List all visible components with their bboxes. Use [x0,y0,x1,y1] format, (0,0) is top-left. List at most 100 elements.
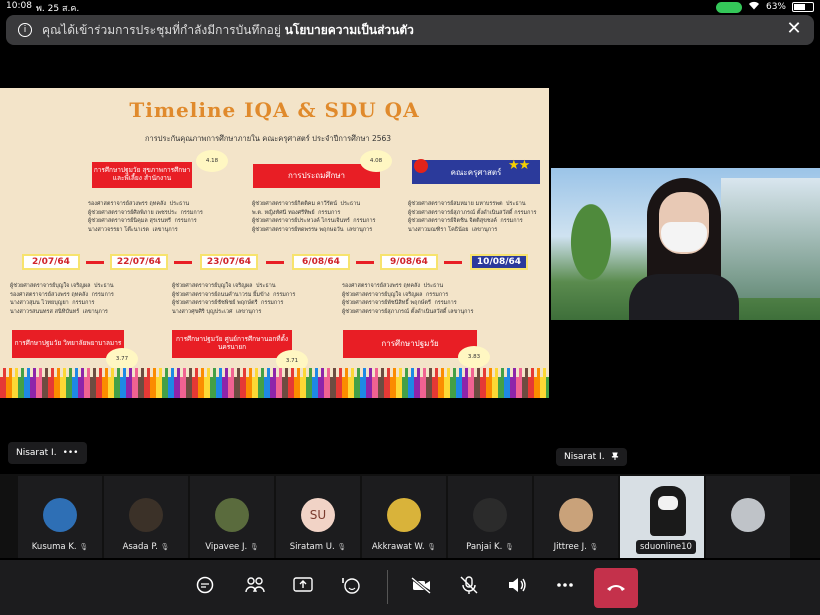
presenter-name: Nisarat I. [16,448,57,458]
slide-box-bottom-3: การศึกษาปฐมวัย [343,330,477,358]
slide-box-top-2: การประถมศึกษา [253,164,380,188]
mic-muted-icon: 🎙 [505,543,514,551]
slide-score-bottom-1: 3.77 [108,350,136,368]
battery-percent: 63% [765,2,786,12]
slide-date-5: 9/08/64 [380,254,438,270]
participant-name: Jittree J. [553,542,587,552]
slide-names-bottom-3: รองศาสตราจารย์สวงพรร ฤทคลัง ประธาน ผู้ช่… [342,283,474,315]
participant-tile[interactable] [706,476,790,558]
slide-box-top-1: การศึกษาปฐมวัย สุขภาพการศึกษาและพี่เลี้ย… [92,162,192,188]
participant-tile[interactable]: SU Siratam U. 🎙 [276,476,360,558]
participant-tile[interactable]: Akkrawat W. 🎙 [362,476,446,558]
slide-date-6: 10/08/64 [470,254,528,270]
slide-dash [266,261,284,264]
hangup-icon [607,585,625,591]
participant-tile[interactable]: Panjai K. 🎙 [448,476,532,558]
chat-icon[interactable] [192,575,218,599]
participant-tile[interactable]: Jittree J. 🎙 [534,476,618,558]
slide-date-4: 6/08/64 [292,254,350,270]
recording-banner: i คุณได้เข้าร่วมการประชุมที่กำลังมีการบั… [6,15,814,45]
mic-muted-icon: 🎙 [427,543,437,551]
slide-score-top-2: 4.08 [362,152,390,170]
status-time: 10:08 [6,1,32,11]
meeting-controls [0,560,820,615]
camera-off-icon[interactable] [408,575,434,599]
participant-name: Kusuma K. [31,542,77,552]
avatar: SU [301,498,335,532]
pin-icon[interactable] [611,452,619,463]
slide-names-bottom-2: ผู้ช่วยศาสตราจารย์บุญใจ เจริญผล ประธาน ผ… [172,283,296,315]
slide-dash [356,261,374,264]
slide-dash [86,261,104,264]
medal-icon [414,159,428,173]
avatar [129,498,163,532]
slide-title: Timeline IQA & SDU QA [129,98,420,122]
participant-name: Asada P. [122,542,158,552]
participant-tile-video[interactable]: sduonline10 [620,476,704,558]
banner-text: คุณได้เข้าร่วมการประชุมที่กำลังมีการบันท… [42,22,414,37]
mic-muted-icon: 🎙 [337,543,347,551]
shared-slide: Timeline IQA & SDU QA การประกันคุณภาพการ… [0,88,549,398]
video-name-tag: Nisarat I. [556,448,627,466]
avatar [387,498,421,532]
participant-tile[interactable]: Asada P. 🎙 [104,476,188,558]
video-person [629,178,739,320]
slide-box-bottom-2: การศึกษาปฐมวัย ศูนย์การศึกษานอกที่ตั้ง น… [172,330,292,358]
participant-name: Siratam U. [289,542,335,552]
slide-subtitle: การประกันคุณภาพการศึกษาภายใน คณะครุศาสตร… [145,134,392,143]
participant-name: Panjai K. [466,542,503,552]
speaker-icon[interactable] [504,575,530,599]
pencil-border [0,368,549,398]
avatar [215,498,249,532]
avatar [473,498,507,532]
video-background-tree [556,198,626,308]
slide-names-top-1: รองศาสตราจารย์สวงพรร ฤทคลัง ประธาน ผู้ช่… [88,201,203,233]
slide-names-bottom-1: ผู้ช่วยศาสตราจารย์บุญใจ เจริญผล ประธาน ร… [10,283,114,315]
participant-video[interactable] [551,168,820,320]
status-date: พ. 25 ส.ค. [36,4,80,14]
close-banner-button[interactable]: ✕ [784,20,804,40]
mic-muted-icon: 🎙 [249,543,259,551]
hangup-button[interactable] [594,568,638,608]
avatar [731,498,765,532]
presenter-name-tag: Nisarat I. ••• [8,442,87,464]
share-icon[interactable] [290,575,316,599]
status-right: 63% [715,1,814,13]
camera-in-use-icon [715,1,742,13]
slide-date-3: 23/07/64 [200,254,258,270]
slide-dash [444,261,462,264]
wifi-icon [748,1,760,13]
battery-icon [792,2,814,12]
slide-date-1: 2/07/64 [22,254,80,270]
slide-names-top-2: ผู้ช่วยศาสตราจารย์กิตติคม คาวีรัตน์ ประธ… [252,201,376,233]
status-bar: 10:08 พ. 25 ส.ค. 63% [0,0,820,14]
mic-muted-icon: 🎙 [160,543,170,551]
participant-tile[interactable]: Vipavee J. 🎙 [190,476,274,558]
info-icon: i [18,23,32,37]
avatar [43,498,77,532]
more-options-icon[interactable]: ••• [63,448,79,458]
mic-muted-icon: 🎙 [589,543,599,551]
reactions-icon[interactable] [338,575,364,599]
avatar [559,498,593,532]
video-person [650,486,686,536]
people-icon[interactable] [242,575,268,599]
slide-dash [174,261,192,264]
slide-date-2: 22/07/64 [110,254,168,270]
privacy-policy-link[interactable]: นโยบายความเป็นส่วนตัว [285,23,414,37]
slide-names-top-3: ผู้ช่วยศาสตราจารย์สมหมาย มหาบรรพต ประธาน… [408,201,537,233]
participant-name: Vipavee J. [205,542,248,552]
face-mask [658,496,678,510]
mic-off-icon[interactable] [456,575,482,599]
slide-score-top-1: 4.18 [198,152,226,170]
video-name: Nisarat I. [564,452,605,462]
more-icon[interactable] [552,575,578,599]
participant-name: Akkrawat W. [371,542,425,552]
participant-name: sduonline10 [636,540,696,554]
mic-muted-icon: 🎙 [79,543,89,551]
slide-score-bottom-3: 3.83 [460,348,488,366]
slide-stars: ★★ [508,158,530,173]
slide-box-bottom-1: การศึกษาปฐมวัย วิทยาลัยพยาบาลมาร [12,330,124,358]
controls-divider [387,570,388,604]
participant-tile[interactable]: Kusuma K. 🎙 [18,476,102,558]
